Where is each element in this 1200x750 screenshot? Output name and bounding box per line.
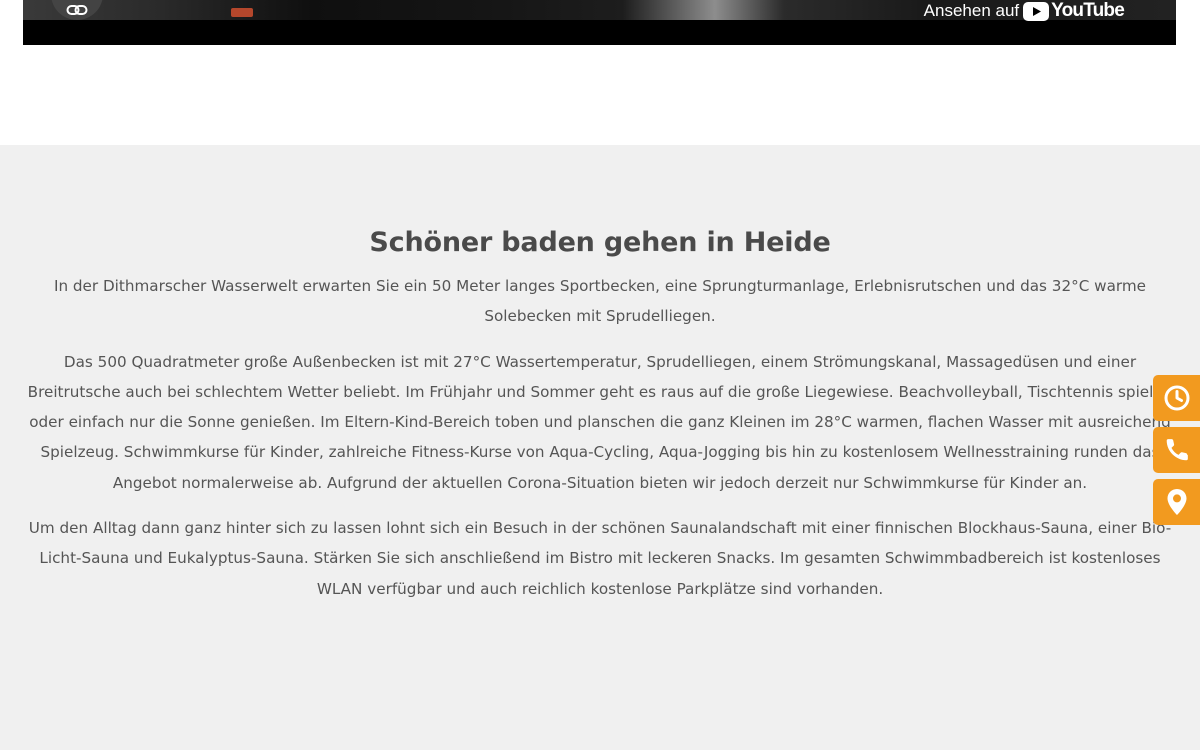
side-quick-links	[1153, 375, 1200, 531]
section-heading: Schöner baden gehen in Heide	[369, 227, 831, 258]
opening-hours-button[interactable]	[1153, 375, 1200, 421]
paragraph-outdoor: Das 500 Quadratmeter große Außenbecken i…	[27, 352, 1173, 492]
paragraph-intro: In der Dithmarscher Wasserwelt erwarten …	[53, 277, 1146, 326]
watch-on-youtube-link[interactable]: Ansehen auf YouTube	[923, 0, 1125, 22]
intro-section: Schöner baden gehen in Heide In der Dith…	[0, 145, 1200, 750]
phone-icon	[1166, 439, 1188, 461]
section-text: In der Dithmarscher Wasserwelt erwarten …	[25, 271, 1175, 619]
map-pin-icon	[1167, 489, 1186, 515]
page: Ansehen auf YouTube Schöner baden gehen …	[0, 0, 1200, 750]
video-embed[interactable]: Ansehen auf YouTube	[23, 0, 1176, 45]
clock-icon	[1164, 385, 1189, 411]
phone-button[interactable]	[1153, 427, 1200, 473]
youtube-wordmark: YouTube	[1051, 0, 1125, 21]
thumbnail-detail	[231, 8, 253, 17]
paragraph-sauna: Um den Alltag dann ganz hinter sich zu l…	[28, 519, 1172, 598]
watch-on-label: Ansehen auf	[923, 1, 1020, 20]
location-button[interactable]	[1153, 479, 1200, 525]
link-icon	[66, 5, 88, 15]
youtube-play-icon	[1023, 1, 1050, 21]
youtube-logo: YouTube	[1023, 0, 1125, 22]
